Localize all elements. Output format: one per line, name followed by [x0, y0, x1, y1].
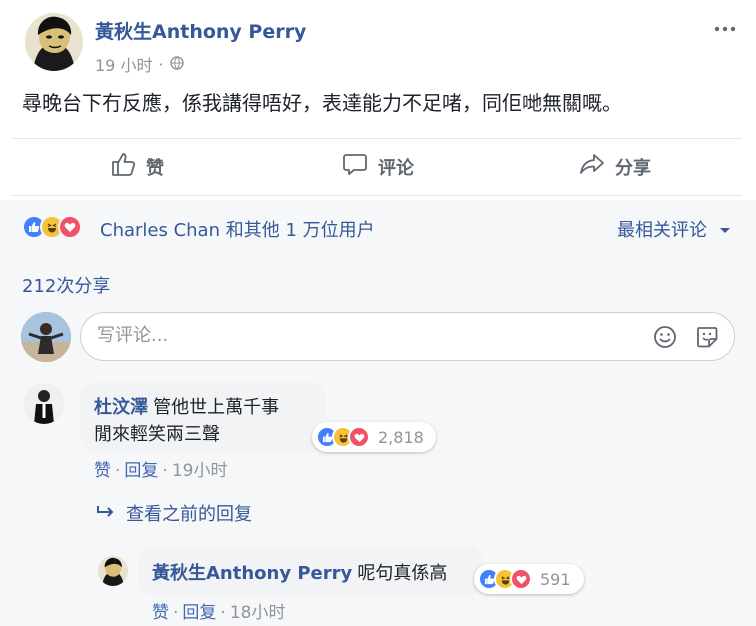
reply-reaction-pill[interactable]: 591 [474, 564, 584, 594]
love-reaction-icon [58, 215, 82, 239]
reactions-row: Charles Chan 和其他 1 万位用户 最相关评论 [0, 200, 756, 256]
comment-text-line1: 管他世上萬千事 [153, 397, 280, 418]
view-previous-label: 查看之前的回复 [126, 504, 252, 525]
comment-bubble-icon [342, 151, 368, 182]
share-count[interactable]: 212次分享 [22, 272, 110, 298]
sticker-icon[interactable] [695, 325, 719, 353]
commenter-avatar[interactable] [24, 384, 64, 424]
reply-author[interactable]: 黃秋生Anthony Perry [152, 563, 352, 584]
like-label: 赞 [146, 157, 164, 179]
comment-actions: 赞 · 回复 · 19小时 [94, 461, 228, 481]
reply-time[interactable]: 18小时 [230, 603, 286, 623]
more-dots-icon[interactable] [714, 14, 736, 39]
reply-bubble: 黃秋生Anthony Perry 呢句真係高 [138, 546, 484, 596]
emoji-icon[interactable] [653, 325, 677, 353]
comment-line-1: 杜汶澤 管他世上萬千事 [94, 393, 279, 419]
author-avatar[interactable] [25, 13, 83, 71]
love-reaction-icon [348, 426, 370, 448]
comment-text-line2: 閒來輕笑兩三聲 [94, 424, 220, 445]
share-arrow-icon [579, 151, 605, 182]
post-author-name[interactable]: 黃秋生Anthony Perry [95, 17, 306, 44]
reaction-icons[interactable] [22, 215, 82, 239]
reply-reply-link[interactable]: 回复 [182, 603, 216, 623]
viewer-avatar [21, 312, 71, 362]
comment-button[interactable]: 评论 [342, 151, 414, 182]
reply-text: 呢句真係高 [357, 563, 448, 584]
comment-reaction-pill[interactable]: 2,818 [312, 422, 436, 452]
post-time[interactable]: 19 小时 [95, 52, 152, 76]
comment-reaction-count: 2,818 [378, 427, 424, 447]
globe-icon[interactable] [169, 55, 184, 74]
post-header: 黃秋生Anthony Perry 19 小时 · 尋晚台下冇反應，係我講得唔好，… [0, 0, 756, 200]
post-body-text: 尋晚台下冇反應，係我講得唔好，表達能力不足啫，同佢哋無關嘅。 [22, 91, 622, 115]
reply-line: 黃秋生Anthony Perry 呢句真係高 [152, 559, 447, 585]
reply-actions: 赞 · 回复 · 18小时 [152, 603, 286, 623]
reply-like-link[interactable]: 赞 [152, 603, 169, 623]
comment-like-link[interactable]: 赞 [94, 461, 111, 481]
love-reaction-icon [510, 568, 532, 590]
reactions-summary[interactable]: Charles Chan 和其他 1 万位用户 [100, 216, 375, 242]
share-button[interactable]: 分享 [579, 151, 651, 182]
caret-down-icon [713, 220, 731, 241]
comment-bubble: 杜汶澤 管他世上萬千事 閒來輕笑兩三聲 [80, 382, 326, 454]
reply-arrow-icon [96, 503, 116, 524]
comment-input[interactable] [97, 325, 637, 346]
comment-sort-dropdown[interactable]: 最相关评论 [617, 216, 731, 242]
sort-label: 最相关评论 [617, 220, 707, 241]
comment-time[interactable]: 19小时 [172, 461, 228, 481]
comment-reply-link[interactable]: 回复 [124, 461, 158, 481]
comment-author[interactable]: 杜汶澤 [94, 397, 148, 418]
comment-composer[interactable] [80, 312, 735, 361]
shares-row: 212次分享 [0, 256, 756, 306]
reply-reaction-count: 591 [540, 569, 571, 589]
like-button[interactable]: 赞 [110, 151, 164, 182]
comment-label: 评论 [378, 157, 414, 179]
comments-area: 杜汶澤 管他世上萬千事 閒來輕笑兩三聲 2,818 赞·回复·19小时 查看之前… [0, 306, 756, 626]
post-action-bar: 赞 评论 分享 [12, 138, 742, 196]
reply-author-avatar[interactable] [98, 556, 128, 586]
view-previous-replies[interactable]: 查看之前的回复 [96, 500, 252, 526]
post-meta: 19 小时 · [95, 52, 184, 76]
share-label: 分享 [615, 157, 651, 179]
thumbs-up-icon [110, 151, 136, 182]
meta-separator: · [158, 54, 164, 74]
